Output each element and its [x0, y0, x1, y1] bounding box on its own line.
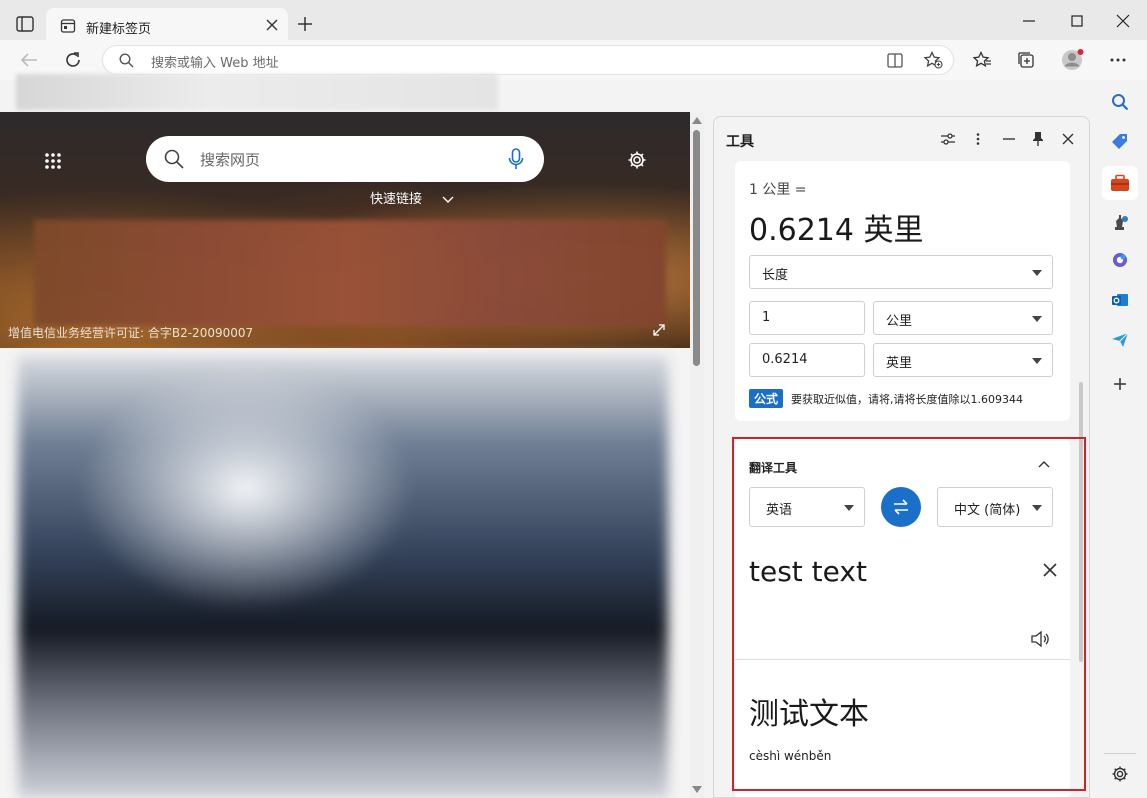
page-settings-icon[interactable] — [627, 150, 647, 170]
sidebar-games-icon[interactable] — [1106, 208, 1134, 236]
dropdown-arrow-icon — [1032, 358, 1042, 364]
sidebar-add-icon[interactable] — [1106, 370, 1134, 398]
expand-icon[interactable] — [653, 324, 665, 336]
unit-category-dropdown[interactable]: 长度 — [749, 255, 1053, 289]
new-tab-plus-icon[interactable] — [297, 16, 313, 32]
to-value: 0.6214 — [762, 352, 808, 367]
scroll-up-arrow-icon[interactable] — [692, 117, 702, 124]
unit-category-value: 长度 — [762, 268, 789, 283]
to-value-input[interactable]: 0.6214 — [749, 343, 865, 377]
from-value-input[interactable]: 1 — [749, 301, 865, 335]
new-tab-page: 搜索网页 快速链接 增值电信业务经营许可证: 合字B2-20090007 — [0, 112, 704, 798]
collections-icon[interactable] — [1017, 51, 1035, 69]
from-unit-value: 公里 — [886, 314, 913, 329]
dropdown-arrow-icon — [1032, 316, 1042, 322]
back-icon[interactable] — [20, 52, 38, 68]
quick-links-label: 快速链接 — [370, 192, 423, 207]
customize-tools-icon[interactable] — [941, 133, 955, 145]
refresh-icon[interactable] — [64, 51, 82, 69]
search-icon — [164, 149, 184, 169]
pane-header: 工具 — [714, 117, 1089, 161]
sidebar-divider — [1104, 753, 1136, 754]
blurred-favorites-bar — [16, 74, 498, 110]
add-favorite-icon[interactable] — [923, 51, 943, 69]
blurred-news-feed — [18, 356, 668, 798]
maximize-window-icon[interactable] — [1070, 14, 1084, 28]
sidebar-drop-icon[interactable] — [1106, 326, 1134, 354]
conversion-result: 0.6214 英里 — [749, 213, 924, 248]
web-search-placeholder: 搜索网页 — [200, 151, 261, 169]
quick-links-toggle[interactable]: 快速链接 — [370, 188, 454, 207]
to-unit-value: 英里 — [886, 356, 913, 371]
close-tab-icon[interactable] — [266, 19, 278, 31]
sidebar-tools-icon[interactable] — [1102, 166, 1138, 200]
favorites-icon[interactable] — [973, 51, 992, 69]
address-placeholder: 搜索或输入 Web 地址 — [151, 56, 279, 71]
conversion-from-line: 1 公里 = — [749, 182, 807, 198]
tab-actions-icon[interactable] — [16, 16, 34, 32]
tab-title: 新建标签页 — [86, 22, 152, 37]
chevron-down-icon — [442, 196, 454, 204]
sidebar-settings-icon[interactable] — [1106, 760, 1134, 788]
formula-text: 要获取近似值，请将,请将长度值除以1.609344 — [791, 393, 1023, 406]
new-tab-favicon-icon — [60, 18, 76, 34]
sidebar-outlook-icon[interactable] — [1106, 286, 1134, 314]
dropdown-arrow-icon — [1032, 270, 1042, 276]
close-pane-icon[interactable] — [1062, 133, 1074, 145]
apps-launcher-icon[interactable] — [44, 152, 62, 170]
to-unit-dropdown[interactable]: 英里 — [873, 343, 1053, 377]
blurred-quick-link-tiles — [34, 220, 666, 326]
highlight-box — [732, 437, 1086, 791]
sidebar-search-icon[interactable] — [1106, 88, 1134, 116]
from-value: 1 — [762, 310, 771, 325]
close-window-icon[interactable] — [1116, 14, 1130, 28]
pane-title: 工具 — [726, 134, 754, 150]
edge-sidebar — [1094, 80, 1147, 798]
sidebar-copilot-icon[interactable] — [1106, 246, 1134, 274]
pane-more-options-icon[interactable] — [976, 133, 980, 145]
pane-minimize-icon[interactable] — [1003, 138, 1015, 140]
profile-avatar[interactable] — [1061, 48, 1085, 72]
address-bar[interactable]: 搜索或输入 Web 地址 — [102, 45, 954, 75]
reading-view-icon[interactable] — [887, 53, 903, 68]
scroll-down-arrow-icon[interactable] — [692, 786, 702, 793]
unit-converter-card: 1 公里 = 0.6214 英里 长度 1 公里 0.6214 英里 公式 要获… — [735, 161, 1070, 421]
microphone-icon[interactable] — [508, 148, 524, 170]
page-scrollbar-thumb[interactable] — [693, 130, 700, 366]
minimize-window-icon[interactable] — [1022, 14, 1036, 28]
web-search-box[interactable]: 搜索网页 — [146, 136, 544, 182]
sidebar-shopping-icon[interactable] — [1106, 128, 1134, 156]
formula-badge: 公式 — [749, 389, 784, 408]
from-unit-dropdown[interactable]: 公里 — [873, 301, 1053, 335]
pin-pane-icon[interactable] — [1032, 131, 1044, 147]
settings-more-icon[interactable] — [1110, 58, 1126, 62]
license-text: 增值电信业务经营许可证: 合字B2-20090007 — [8, 326, 254, 340]
search-icon — [119, 53, 134, 68]
